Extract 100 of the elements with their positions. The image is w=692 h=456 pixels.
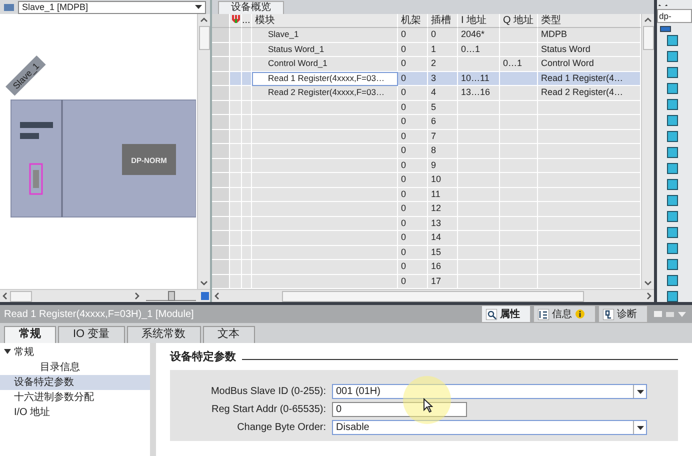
row-marker[interactable] xyxy=(230,130,242,144)
table-cell xyxy=(458,202,500,216)
parameter-input-field[interactable]: 0 xyxy=(332,402,467,417)
row-header[interactable] xyxy=(212,100,230,115)
scroll-down-icon[interactable] xyxy=(643,278,653,288)
scrollbar-thumb[interactable] xyxy=(198,26,210,50)
table-cell[interactable] xyxy=(252,202,398,216)
slider-thumb[interactable] xyxy=(168,291,175,301)
table-cell[interactable] xyxy=(252,173,398,188)
table-cell: 9 xyxy=(428,158,458,173)
row-marker[interactable] xyxy=(230,144,242,158)
row-header[interactable] xyxy=(212,115,230,130)
parameter-dropdown[interactable]: 001 (01H) xyxy=(332,384,647,399)
column-header[interactable]: I 地址 xyxy=(458,14,500,28)
table-cell[interactable] xyxy=(252,246,398,260)
table-cell[interactable] xyxy=(252,216,398,231)
row-header[interactable] xyxy=(212,173,230,188)
nav-item[interactable]: 十六进制参数分配 xyxy=(0,390,150,405)
scroll-right-icon[interactable] xyxy=(132,291,142,301)
row-marker[interactable] xyxy=(230,28,242,42)
row-marker[interactable] xyxy=(230,246,242,260)
scroll-left-icon[interactable] xyxy=(212,291,222,301)
expanded-icon[interactable] xyxy=(4,348,11,355)
row-marker[interactable] xyxy=(230,188,242,202)
row-marker[interactable] xyxy=(230,158,242,173)
nav-item[interactable]: I/O 地址 xyxy=(0,405,150,420)
row-header[interactable] xyxy=(212,86,230,100)
row-marker[interactable] xyxy=(230,86,242,100)
scroll-down-icon[interactable] xyxy=(199,278,209,288)
table-cell[interactable]: Status Word_1 xyxy=(252,42,398,57)
row-header[interactable] xyxy=(212,72,230,86)
table-cell[interactable] xyxy=(252,260,398,274)
row-marker[interactable] xyxy=(230,173,242,188)
device-icon[interactable] xyxy=(4,2,14,12)
row-header[interactable] xyxy=(212,246,230,260)
nav-item[interactable]: 设备特定参数 xyxy=(0,375,150,390)
view-tab[interactable]: 信息 xyxy=(533,305,596,323)
overview-icon[interactable] xyxy=(200,291,210,301)
row-header[interactable] xyxy=(212,158,230,173)
scroll-right-icon[interactable] xyxy=(644,291,654,301)
row-marker[interactable] xyxy=(230,72,242,86)
table-cell xyxy=(242,115,252,130)
table-cell xyxy=(500,28,538,42)
vertical-scrollbar[interactable] xyxy=(197,14,210,289)
nav-item[interactable]: 常规 xyxy=(0,345,150,360)
zoom-slider[interactable] xyxy=(146,291,196,301)
row-header[interactable] xyxy=(212,202,230,216)
row-header[interactable] xyxy=(212,216,230,231)
column-header[interactable]: 类型 xyxy=(538,14,641,28)
device-dropdown[interactable]: Slave_1 [MDPB] xyxy=(18,0,206,14)
row-header[interactable] xyxy=(212,130,230,144)
view-tab[interactable]: 诊断 xyxy=(598,305,648,323)
scrollbar-thumb[interactable] xyxy=(282,290,584,302)
search-field[interactable]: dp- xyxy=(657,9,692,24)
column-header[interactable]: 机架 xyxy=(398,14,428,28)
window-controls-icon[interactable] xyxy=(652,309,688,319)
table-cell[interactable] xyxy=(252,100,398,115)
scroll-left-icon[interactable] xyxy=(0,291,10,301)
row-marker[interactable] xyxy=(230,100,242,115)
scrollbar-thumb[interactable] xyxy=(10,290,32,302)
table-cell[interactable]: Read 2 Register(4xxxx,F=03… xyxy=(252,86,398,100)
table-cell[interactable] xyxy=(252,115,398,130)
row-header[interactable] xyxy=(212,188,230,202)
row-header[interactable] xyxy=(212,231,230,246)
table-cell[interactable] xyxy=(252,144,398,158)
row-header[interactable] xyxy=(212,57,230,72)
row-marker[interactable] xyxy=(230,115,242,130)
row-marker[interactable] xyxy=(230,231,242,246)
column-header[interactable]: ... xyxy=(242,14,252,28)
table-cell[interactable]: Slave_1 xyxy=(252,28,398,42)
view-tab[interactable]: 属性 xyxy=(481,305,531,323)
row-marker[interactable] xyxy=(230,42,242,57)
row-header[interactable] xyxy=(212,42,230,57)
vertical-scrollbar[interactable] xyxy=(641,14,654,289)
scrollbar-thumb[interactable] xyxy=(642,26,654,50)
table-cell[interactable] xyxy=(252,231,398,246)
table-cell xyxy=(500,216,538,231)
column-header[interactable]: Q 地址 xyxy=(500,14,538,28)
filter-icon[interactable] xyxy=(231,14,241,24)
inspector-tab[interactable]: 系统常数 xyxy=(126,326,201,343)
nav-item[interactable]: 目录信息 xyxy=(0,360,150,375)
filter-checkbox[interactable] xyxy=(660,26,671,32)
horizontal-scrollbar[interactable] xyxy=(212,289,654,302)
column-header[interactable]: 插槽 xyxy=(428,14,458,28)
corner-cell[interactable] xyxy=(212,14,230,28)
parameter-dropdown[interactable]: Disable xyxy=(332,420,647,435)
row-marker[interactable] xyxy=(230,216,242,231)
table-cell[interactable]: Read 1 Register(4xxxx,F=03… xyxy=(252,72,398,86)
table-cell[interactable] xyxy=(252,130,398,144)
table-cell[interactable] xyxy=(252,158,398,173)
table-cell[interactable] xyxy=(252,188,398,202)
row-marker[interactable] xyxy=(230,202,242,216)
inspector-tab[interactable]: 文本 xyxy=(202,326,255,343)
horizontal-scrollbar[interactable] xyxy=(0,289,210,302)
row-marker[interactable] xyxy=(230,260,242,274)
column-header[interactable]: 模块 xyxy=(252,14,398,28)
device-overview-tab[interactable]: 设备概览 xyxy=(218,0,284,14)
inspector-tab[interactable]: 常规 xyxy=(4,326,56,343)
row-header[interactable] xyxy=(212,144,230,158)
inspector-tab[interactable]: IO 变量 xyxy=(58,326,125,343)
